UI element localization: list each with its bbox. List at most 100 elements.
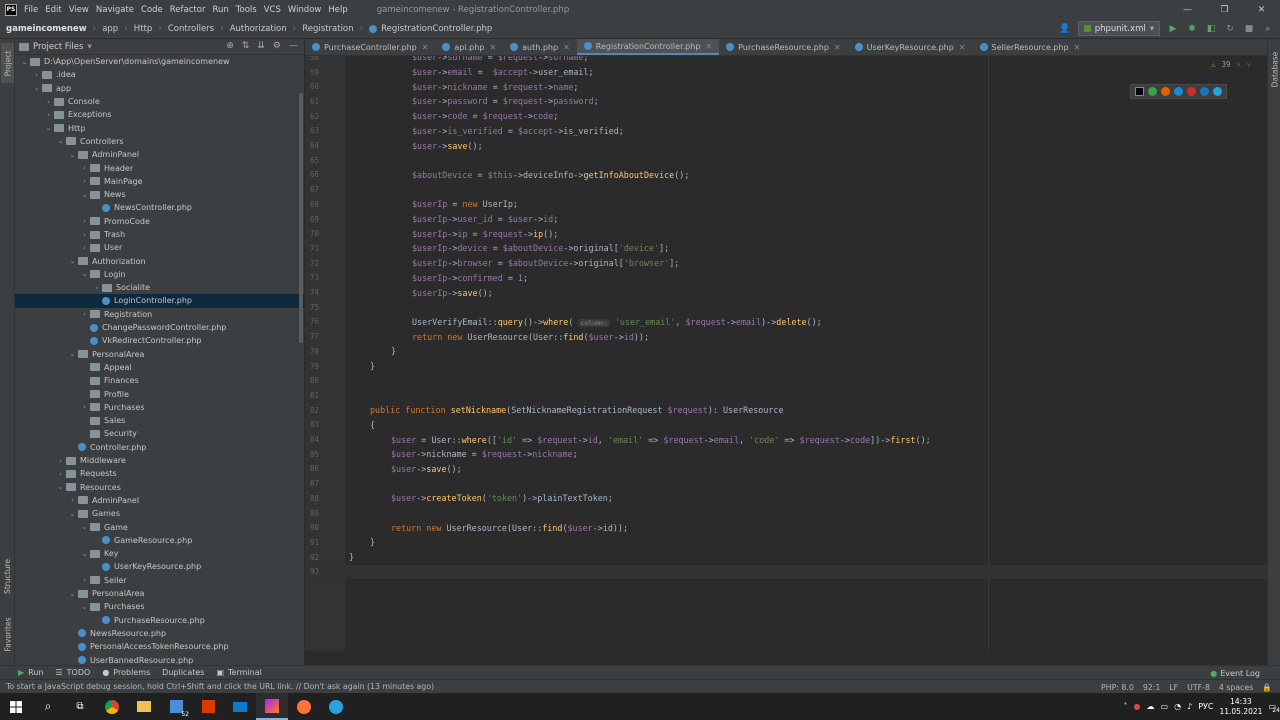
tree-folder[interactable]: ⌄ D:\App\OpenServer\domains\gameincomenew bbox=[15, 55, 304, 68]
close-tab-icon[interactable]: ✕ bbox=[1074, 43, 1081, 52]
chrome-icon[interactable] bbox=[1148, 87, 1157, 96]
code-line[interactable]: 87 bbox=[305, 476, 1267, 491]
tree-folder[interactable]: ⌄ Controllers bbox=[15, 135, 304, 148]
tree-scrollbar[interactable] bbox=[299, 93, 303, 343]
chevron-right-icon[interactable]: › bbox=[79, 177, 90, 185]
phpstorm-browser-icon[interactable] bbox=[1135, 87, 1144, 96]
code-line[interactable]: 64 $user->save(); bbox=[305, 138, 1267, 153]
breadcrumb-item[interactable]: app bbox=[102, 24, 118, 34]
editor-tab[interactable]: SellerResource.php ✕ bbox=[973, 39, 1088, 55]
menu-code[interactable]: Code bbox=[141, 5, 163, 15]
terminal-tool-button[interactable]: ▣ Terminal bbox=[216, 668, 261, 677]
code-line[interactable]: 59 $user->email = $accept->user_email; bbox=[305, 65, 1267, 80]
task-view-icon[interactable]: ⧉ bbox=[64, 693, 96, 720]
tree-folder[interactable]: ⌄ PersonalArea bbox=[15, 587, 304, 600]
menu-file[interactable]: File bbox=[24, 5, 38, 15]
tree-folder[interactable]: › Seller bbox=[15, 574, 304, 587]
lock-icon[interactable]: 🔒 bbox=[1262, 683, 1272, 692]
settings-gear-icon[interactable]: ⚙ bbox=[273, 41, 281, 51]
office-icon[interactable] bbox=[192, 693, 224, 720]
menu-edit[interactable]: Edit bbox=[45, 5, 61, 15]
code-line[interactable]: 60 $user->nickname = $request->name; bbox=[305, 79, 1267, 94]
menu-run[interactable]: Run bbox=[212, 5, 228, 15]
chevron-right-icon[interactable]: › bbox=[31, 71, 42, 79]
ie-icon[interactable] bbox=[1200, 87, 1209, 96]
chevron-right-icon[interactable]: › bbox=[55, 470, 66, 478]
tray-cloud-icon[interactable]: ☁ bbox=[1147, 702, 1155, 711]
chevron-down-icon[interactable]: ⌄ bbox=[79, 550, 90, 558]
language-indicator[interactable]: РУС bbox=[1198, 702, 1213, 711]
search-icon[interactable]: ⌕ bbox=[32, 693, 64, 720]
tree-file[interactable]: Controller.php bbox=[15, 441, 304, 454]
firefox-icon[interactable] bbox=[1161, 87, 1170, 96]
chevron-down-icon[interactable]: ⌄ bbox=[79, 523, 90, 531]
chevron-up-icon[interactable]: ˄ bbox=[1124, 702, 1128, 711]
menu-refactor[interactable]: Refactor bbox=[170, 5, 206, 15]
notes-icon[interactable]: 52 bbox=[160, 693, 192, 720]
breadcrumb-item[interactable]: gameincomenew bbox=[6, 24, 87, 34]
chrome-taskbar-icon[interactable] bbox=[96, 693, 128, 720]
expand-all-icon[interactable]: ⇅ bbox=[242, 41, 250, 51]
inspection-widget[interactable]: ⚠ 39 ˄ ˅ bbox=[1211, 60, 1251, 69]
close-icon[interactable]: ✕ bbox=[1243, 0, 1280, 19]
code-line[interactable]: 77 return new UserResource(User::find($us… bbox=[305, 329, 1267, 344]
tree-file[interactable]: NewsController.php bbox=[15, 201, 304, 214]
code-line[interactable]: 61 $user->password = $request->password; bbox=[305, 94, 1267, 109]
chevron-down-icon[interactable]: ⌄ bbox=[67, 590, 78, 598]
chevron-right-icon[interactable]: › bbox=[79, 310, 90, 318]
chevron-right-icon[interactable]: › bbox=[79, 244, 90, 252]
telegram-icon[interactable] bbox=[320, 693, 352, 720]
code-line[interactable]: 93 bbox=[305, 564, 1267, 580]
chevron-right-icon[interactable]: › bbox=[79, 164, 90, 172]
tree-folder[interactable]: ⌄ Resources bbox=[15, 481, 304, 494]
database-tool-button[interactable]: Database bbox=[1268, 49, 1280, 89]
tree-folder[interactable]: › Console bbox=[15, 95, 304, 108]
tree-file[interactable]: LoginController.php bbox=[15, 294, 304, 308]
tree-folder[interactable]: Finances bbox=[15, 374, 304, 387]
code-line[interactable]: 72 $userIp->browser = $aboutDevice->origi… bbox=[305, 256, 1267, 271]
menu-navigate[interactable]: Navigate bbox=[96, 5, 134, 15]
hide-icon[interactable]: — bbox=[289, 41, 298, 51]
file-encoding[interactable]: UTF-8 bbox=[1187, 683, 1210, 692]
duplicates-tool-button[interactable]: Duplicates bbox=[162, 668, 204, 677]
tree-file[interactable]: UserKeyResource.php bbox=[15, 560, 304, 573]
structure-tool-button[interactable]: Structure bbox=[1, 549, 14, 604]
tree-file[interactable]: UserBannedResource.php bbox=[15, 653, 304, 665]
tree-folder[interactable]: › AdminPanel bbox=[15, 494, 304, 507]
chevron-down-icon[interactable]: ⌄ bbox=[67, 510, 78, 518]
minimize-icon[interactable]: — bbox=[1169, 0, 1206, 19]
editor-tab[interactable]: PurchaseController.php ✕ bbox=[305, 39, 435, 55]
code-line[interactable]: 82 public function setNickname(SetNicknam… bbox=[305, 403, 1267, 418]
opera-icon[interactable] bbox=[1187, 87, 1196, 96]
event-log-button[interactable]: ● Event Log bbox=[1210, 666, 1260, 680]
editor-tab[interactable]: PurchaseResource.php ✕ bbox=[719, 39, 848, 55]
chevron-down-icon[interactable]: ⌄ bbox=[43, 124, 54, 132]
tree-file[interactable]: NewsResource.php bbox=[15, 627, 304, 640]
close-tab-icon[interactable]: ✕ bbox=[422, 43, 429, 52]
code-line[interactable]: 62 $user->code = $request->code; bbox=[305, 109, 1267, 124]
code-line[interactable]: 65 bbox=[305, 153, 1267, 168]
run-tool-button[interactable]: ▶ Run bbox=[18, 668, 44, 677]
menu-vcs[interactable]: VCS bbox=[264, 5, 281, 15]
tree-folder[interactable]: Sales bbox=[15, 414, 304, 427]
tree-folder[interactable]: ⌄ PersonalArea bbox=[15, 348, 304, 361]
todo-tool-button[interactable]: ☰ TODO bbox=[56, 668, 91, 677]
menu-window[interactable]: Window bbox=[288, 5, 322, 15]
windows-start-icon[interactable] bbox=[0, 693, 32, 720]
breadcrumb-item[interactable]: Http bbox=[134, 24, 152, 34]
code-line[interactable]: 66 $aboutDevice = $this->deviceInfo->getI… bbox=[305, 168, 1267, 183]
chevron-right-icon[interactable]: › bbox=[67, 496, 78, 504]
chevron-right-icon[interactable]: › bbox=[43, 98, 54, 106]
tree-folder[interactable]: › MainPage bbox=[15, 175, 304, 188]
chevron-down-icon[interactable]: ⌄ bbox=[67, 257, 78, 265]
tree-folder[interactable]: › User bbox=[15, 241, 304, 254]
chevron-right-icon[interactable]: › bbox=[43, 111, 54, 119]
code-line[interactable]: 74 $userIp->save(); bbox=[305, 285, 1267, 300]
tree-folder[interactable]: Profile bbox=[15, 387, 304, 400]
editor-tab[interactable]: api.php ✕ bbox=[435, 39, 503, 55]
locate-icon[interactable]: ⊕ bbox=[226, 41, 234, 51]
close-tab-icon[interactable]: ✕ bbox=[489, 43, 496, 52]
code-line[interactable]: 73 $userIp->confirmed = 1; bbox=[305, 271, 1267, 286]
code-line[interactable]: 91} bbox=[305, 535, 1267, 550]
editor-tab[interactable]: auth.php ✕ bbox=[503, 39, 577, 55]
